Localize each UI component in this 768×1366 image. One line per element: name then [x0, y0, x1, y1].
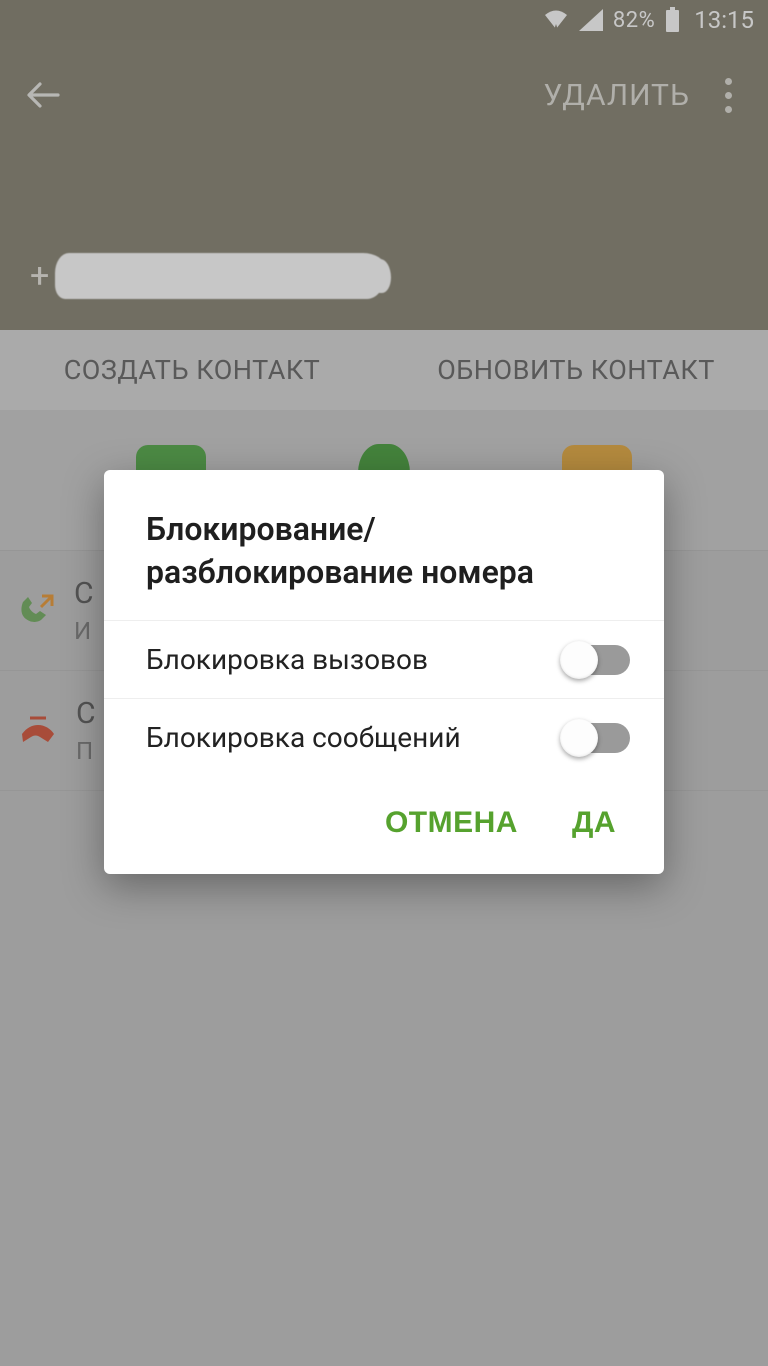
ok-button[interactable]: ДА: [572, 806, 616, 840]
block-messages-row: Блокировка сообщений: [104, 698, 664, 776]
block-messages-label: Блокировка сообщений: [146, 721, 461, 754]
screen: 82% 13:15 УДАЛИТЬ + СОЗДАТЬ КОНТ: [0, 0, 768, 1366]
block-messages-toggle[interactable]: [562, 723, 630, 753]
dialog-actions: ОТМЕНА ДА: [104, 776, 664, 874]
block-calls-label: Блокировка вызовов: [146, 643, 428, 676]
dialog-title: Блокирование/ разблокирование номера: [104, 508, 664, 620]
block-calls-row: Блокировка вызовов: [104, 620, 664, 698]
block-unblock-dialog: Блокирование/ разблокирование номера Бло…: [104, 470, 664, 874]
block-calls-toggle[interactable]: [562, 645, 630, 675]
cancel-button[interactable]: ОТМЕНА: [385, 806, 518, 840]
